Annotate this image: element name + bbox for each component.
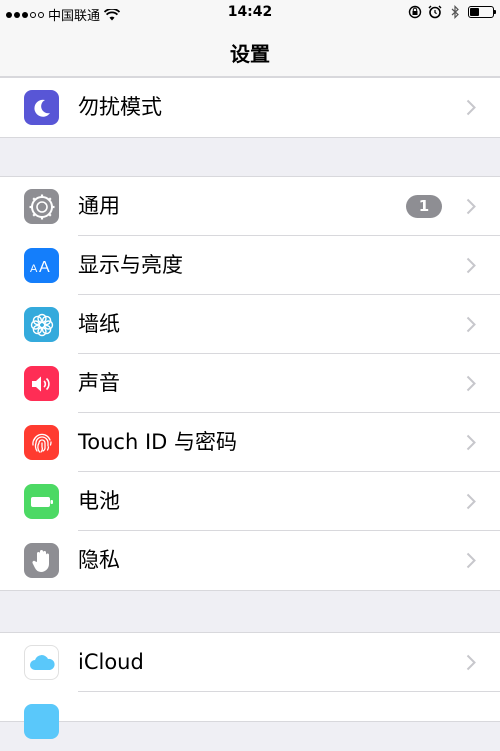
cloud-icon (24, 645, 59, 680)
settings-row-label: Touch ID 与密码 (78, 430, 237, 454)
settings-row-general[interactable]: 通用 1 (0, 177, 500, 236)
settings-row-display-brightness[interactable]: A A 显示与亮度 (0, 236, 500, 295)
chevron-right-icon (466, 434, 476, 451)
chevron-right-icon (466, 654, 476, 671)
app-icon (24, 704, 59, 739)
status-right (408, 5, 496, 19)
settings-row-partial[interactable] (0, 692, 500, 751)
hand-icon (24, 543, 59, 578)
settings-row-label: 电池 (78, 489, 120, 513)
settings-row-label: 显示与亮度 (78, 253, 183, 277)
gear-icon (24, 189, 59, 224)
settings-group-accounts: iCloud (0, 632, 500, 739)
settings-row-privacy[interactable]: 隐私 (0, 531, 500, 590)
battery-icon (24, 484, 59, 519)
settings-group-focus: 勿扰模式 (0, 77, 500, 138)
alarm-icon (428, 5, 442, 19)
svg-text:A: A (30, 263, 38, 275)
settings-row-sounds[interactable]: 声音 (0, 354, 500, 413)
moon-icon (24, 90, 59, 125)
chevron-right-icon (466, 316, 476, 333)
chevron-right-icon (466, 375, 476, 392)
bluetooth-icon (451, 5, 459, 19)
fingerprint-icon (24, 425, 59, 460)
settings-group-main: 通用 1 A A 显示与亮度 墙纸 声音 Touch ID 与密码 电池 隐私 (0, 176, 500, 591)
flower-icon (24, 307, 59, 342)
navigation-bar: 设置 (0, 26, 500, 77)
chevron-right-icon (466, 198, 476, 215)
notification-badge: 1 (406, 195, 442, 218)
status-bar: 中国联通 14:42 (0, 0, 500, 26)
page-title: 设置 (230, 42, 270, 66)
settings-row-label: 声音 (78, 371, 120, 395)
text-size-icon: A A (24, 248, 59, 283)
battery-indicator-icon (468, 6, 496, 18)
settings-row-icloud[interactable]: iCloud (0, 633, 500, 692)
rotation-lock-icon (408, 5, 422, 19)
chevron-right-icon (466, 552, 476, 569)
settings-row-label: 墙纸 (78, 312, 120, 336)
settings-row-label: iCloud (78, 650, 144, 674)
settings-row-battery[interactable]: 电池 (0, 472, 500, 531)
settings-row-wallpaper[interactable]: 墙纸 (0, 295, 500, 354)
settings-row-label: 通用 (78, 194, 120, 218)
speaker-icon (24, 366, 59, 401)
chevron-right-icon (466, 493, 476, 510)
chevron-right-icon (466, 257, 476, 274)
settings-row-label: 勿扰模式 (78, 95, 162, 119)
svg-text:A: A (39, 259, 50, 276)
settings-row-label: 隐私 (78, 548, 120, 572)
chevron-right-icon (466, 99, 476, 116)
settings-row-touch-id[interactable]: Touch ID 与密码 (0, 413, 500, 472)
settings-row-do-not-disturb[interactable]: 勿扰模式 (0, 78, 500, 137)
